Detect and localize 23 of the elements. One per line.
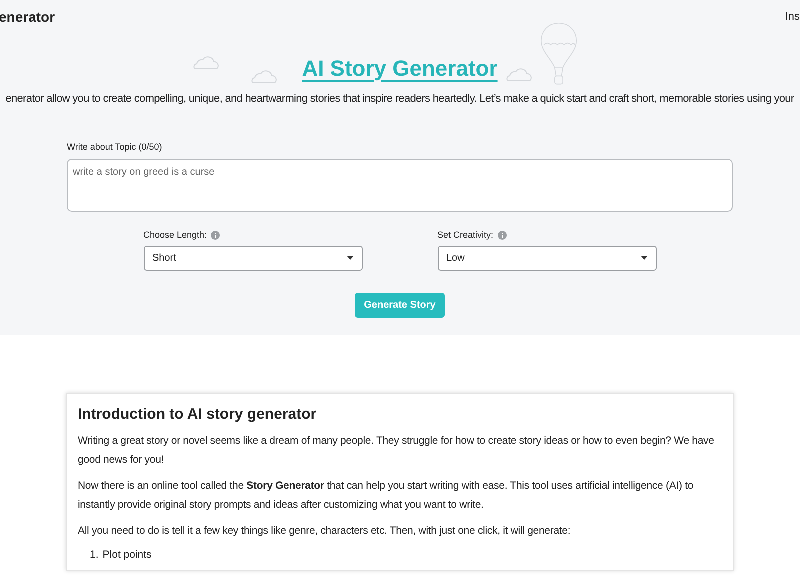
article-paragraph: Now there is an online tool called the Story Generator that can help you start writing with ease. This tool uses artificial intelligence (AI) to instantly provide original story prompts and ideas after customizing what you want to write. [78,478,695,512]
article-paragraph: Writing a great story or novel seems like a dream of many people. They struggle for how to create story ideas or how to even begin? We have good news for you! [78,434,716,468]
info-icon[interactable] [498,231,507,240]
page-title: AI Story Generator [302,55,498,83]
nav-link[interactable]: Ins [785,8,800,26]
dropdown-select[interactable]: Low [438,246,656,270]
article-paragraph: All you need to do is tell it a few key things like genre, characters etc. Then, with just one click, it will generate: [78,524,572,538]
list-number: 1. [90,548,99,562]
dropdown-select[interactable]: Short [144,246,362,270]
field-label: Set Creativity: [438,229,494,242]
field-label: Choose Length: [144,229,208,242]
cloud-icon [192,56,220,70]
info-icon[interactable] [211,231,220,240]
cloud-icon [250,70,278,84]
caret-icon [346,256,354,260]
field-label: Write about Topic (0/50) [67,140,164,154]
tagline: enerator allow you to create compelling, unique, and heartwarming stories that inspire readers heartedly. Let’s make a quick start and craft short, memorable stories using your [6,92,794,107]
article-heading: Introduction to AI story generator [78,405,318,425]
hot-air-balloon-icon [540,22,578,87]
cloud-icon [505,68,533,82]
list-item: Plot points [102,548,152,562]
topic-input-field[interactable]: write a story on greed is a curse [67,159,733,212]
caret-icon [640,256,648,260]
